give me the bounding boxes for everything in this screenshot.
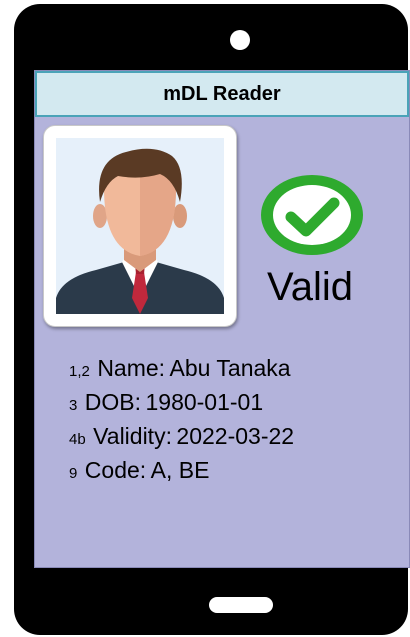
person-avatar-icon [56, 138, 224, 314]
field-label: DOB: [84, 389, 142, 415]
field-name: 1,2 Name: Abu Tanaka [69, 353, 294, 387]
field-label: Name: [97, 355, 166, 381]
field-number: 4b [69, 431, 86, 448]
field-validity: 4b Validity: 2022-03-22 [69, 421, 294, 455]
field-dob: 3 DOB: 1980-01-01 [69, 387, 294, 421]
front-camera [230, 30, 250, 50]
portrait-frame [43, 125, 237, 327]
app-screen: mDL Reader Valid 1,2 Name: Abu Tanaka 3 … [34, 70, 410, 568]
field-code: 9 Code: A, BE [69, 455, 294, 489]
app-title: mDL Reader [163, 82, 281, 105]
field-value: 1980-01-01 [145, 389, 264, 415]
field-number: 3 [69, 397, 78, 414]
field-label: Validity: [93, 423, 172, 449]
field-number: 1,2 [69, 363, 90, 380]
field-label: Code: [84, 457, 147, 483]
field-number: 9 [69, 465, 78, 482]
home-button[interactable] [209, 597, 273, 613]
field-value: Abu Tanaka [169, 355, 291, 381]
field-value: A, BE [150, 457, 210, 483]
status-text: Valid [267, 265, 353, 309]
check-circle-icon [259, 173, 365, 262]
title-bar: mDL Reader [35, 71, 409, 117]
license-fields: 1,2 Name: Abu Tanaka 3 DOB: 1980-01-01 4… [69, 353, 294, 489]
field-value: 2022-03-22 [176, 423, 295, 449]
portrait-photo [56, 138, 224, 314]
